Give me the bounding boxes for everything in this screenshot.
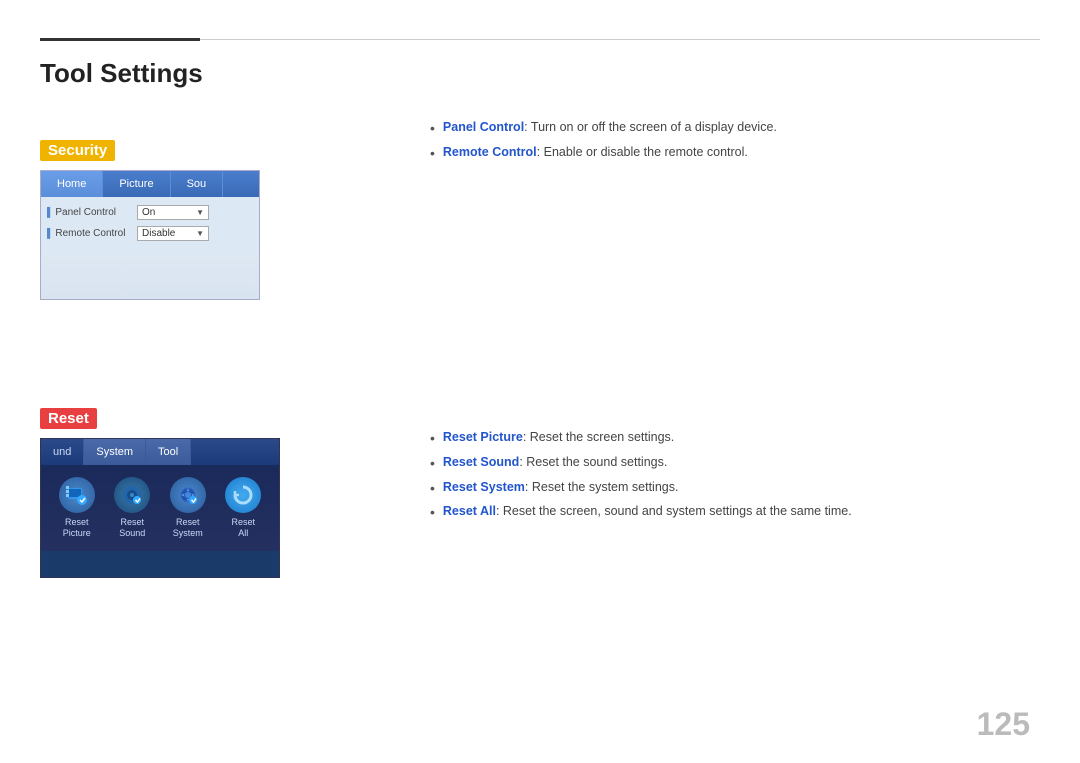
security-remote-dropdown[interactable]: Disable ▼ — [137, 226, 209, 241]
reset-sound-item: ResetSound — [108, 477, 156, 539]
dropdown-arrow-icon2: ▼ — [196, 229, 204, 238]
reset-all-label: ResetAll — [231, 517, 255, 539]
panel-control-desc: : Turn on or off the screen of a display… — [524, 120, 777, 134]
security-tabs: Home Picture Sou — [41, 171, 259, 197]
bullet-icon6: • — [430, 504, 435, 521]
system-svg-icon — [177, 484, 199, 506]
reset-system-label: ResetSystem — [173, 517, 203, 539]
reset-picture-link[interactable]: Reset Picture — [443, 430, 523, 444]
security-row-remote: Remote Control Disable ▼ — [47, 226, 253, 241]
bullet-icon: • — [430, 120, 435, 137]
security-desc-remote: • Remote Control: Enable or disable the … — [430, 145, 1040, 162]
reset-picture-text: Reset Picture: Reset the screen settings… — [443, 430, 674, 444]
reset-system-text: Reset System: Reset the system settings. — [443, 480, 679, 494]
dropdown-arrow-icon: ▼ — [196, 208, 204, 217]
reset-desc-all: • Reset All: Reset the screen, sound and… — [430, 504, 1040, 521]
reset-sound-label: ResetSound — [119, 517, 145, 539]
reset-tab-und: und — [41, 439, 84, 465]
security-remote-value: Disable — [142, 228, 175, 239]
security-desc-remote-text: Remote Control: Enable or disable the re… — [443, 145, 748, 159]
security-desc-panel: • Panel Control: Turn on or off the scre… — [430, 120, 1040, 137]
reset-picture-icon — [59, 477, 95, 513]
reset-picture-label: ResetPicture — [63, 517, 91, 539]
top-bar — [40, 38, 1040, 41]
page-number: 125 — [977, 706, 1030, 743]
reset-desc-picture: • Reset Picture: Reset the screen settin… — [430, 430, 1040, 447]
reset-sound-desc: : Reset the sound settings. — [519, 455, 667, 469]
reset-label: Reset — [40, 408, 97, 429]
reset-tabs: und System Tool — [41, 439, 279, 465]
reset-icons-area: ResetPicture ResetSound — [41, 465, 279, 551]
picture-svg-icon — [66, 484, 88, 506]
security-label: Security — [40, 140, 115, 161]
security-panel-dropdown[interactable]: On ▼ — [137, 205, 209, 220]
remote-control-link[interactable]: Remote Control — [443, 145, 537, 159]
reset-system-icon — [170, 477, 206, 513]
security-panel-label: Panel Control — [47, 207, 137, 218]
reset-picture-desc: : Reset the screen settings. — [523, 430, 674, 444]
security-screenshot: Home Picture Sou Panel Control On ▼ Remo… — [40, 170, 260, 300]
all-svg-icon — [232, 484, 254, 506]
security-remote-label: Remote Control — [47, 228, 137, 239]
reset-all-text: Reset All: Reset the screen, sound and s… — [443, 504, 852, 518]
reset-tab-system: System — [84, 439, 146, 465]
bullet-icon4: • — [430, 455, 435, 472]
reset-all-link[interactable]: Reset All — [443, 504, 496, 518]
panel-control-link[interactable]: Panel Control — [443, 120, 524, 134]
security-desc-panel-text: Panel Control: Turn on or off the screen… — [443, 120, 777, 134]
bullet-icon5: • — [430, 480, 435, 497]
security-panel-value: On — [142, 207, 155, 218]
remote-control-desc: : Enable or disable the remote control. — [537, 145, 748, 159]
security-content: Panel Control On ▼ Remote Control Disabl… — [41, 197, 259, 255]
top-bar-line — [200, 39, 1040, 40]
reset-tab-tool: Tool — [146, 439, 191, 465]
reset-sound-link[interactable]: Reset Sound — [443, 455, 519, 469]
security-tab-home: Home — [41, 171, 103, 197]
reset-all-icon — [225, 477, 261, 513]
reset-picture-item: ResetPicture — [53, 477, 101, 539]
page-title: Tool Settings — [40, 58, 203, 89]
reset-system-link[interactable]: Reset System — [443, 480, 525, 494]
security-tab-picture: Picture — [103, 171, 170, 197]
reset-sound-text: Reset Sound: Reset the sound settings. — [443, 455, 667, 469]
reset-all-item: ResetAll — [219, 477, 267, 539]
bullet-icon3: • — [430, 430, 435, 447]
reset-all-desc: : Reset the screen, sound and system set… — [496, 504, 852, 518]
bullet-icon2: • — [430, 145, 435, 162]
reset-desc-system: • Reset System: Reset the system setting… — [430, 480, 1040, 497]
sound-svg-icon — [121, 484, 143, 506]
security-description-area: • Panel Control: Turn on or off the scre… — [430, 120, 1040, 170]
reset-sound-icon — [114, 477, 150, 513]
reset-desc-sound: • Reset Sound: Reset the sound settings. — [430, 455, 1040, 472]
reset-system-desc: : Reset the system settings. — [525, 480, 679, 494]
reset-system-item: ResetSystem — [164, 477, 212, 539]
reset-description-area: • Reset Picture: Reset the screen settin… — [430, 430, 1040, 529]
top-bar-accent — [40, 38, 200, 41]
security-tab-sou: Sou — [171, 171, 224, 197]
security-row-panel: Panel Control On ▼ — [47, 205, 253, 220]
reset-screenshot: und System Tool ResetPicture — [40, 438, 280, 578]
